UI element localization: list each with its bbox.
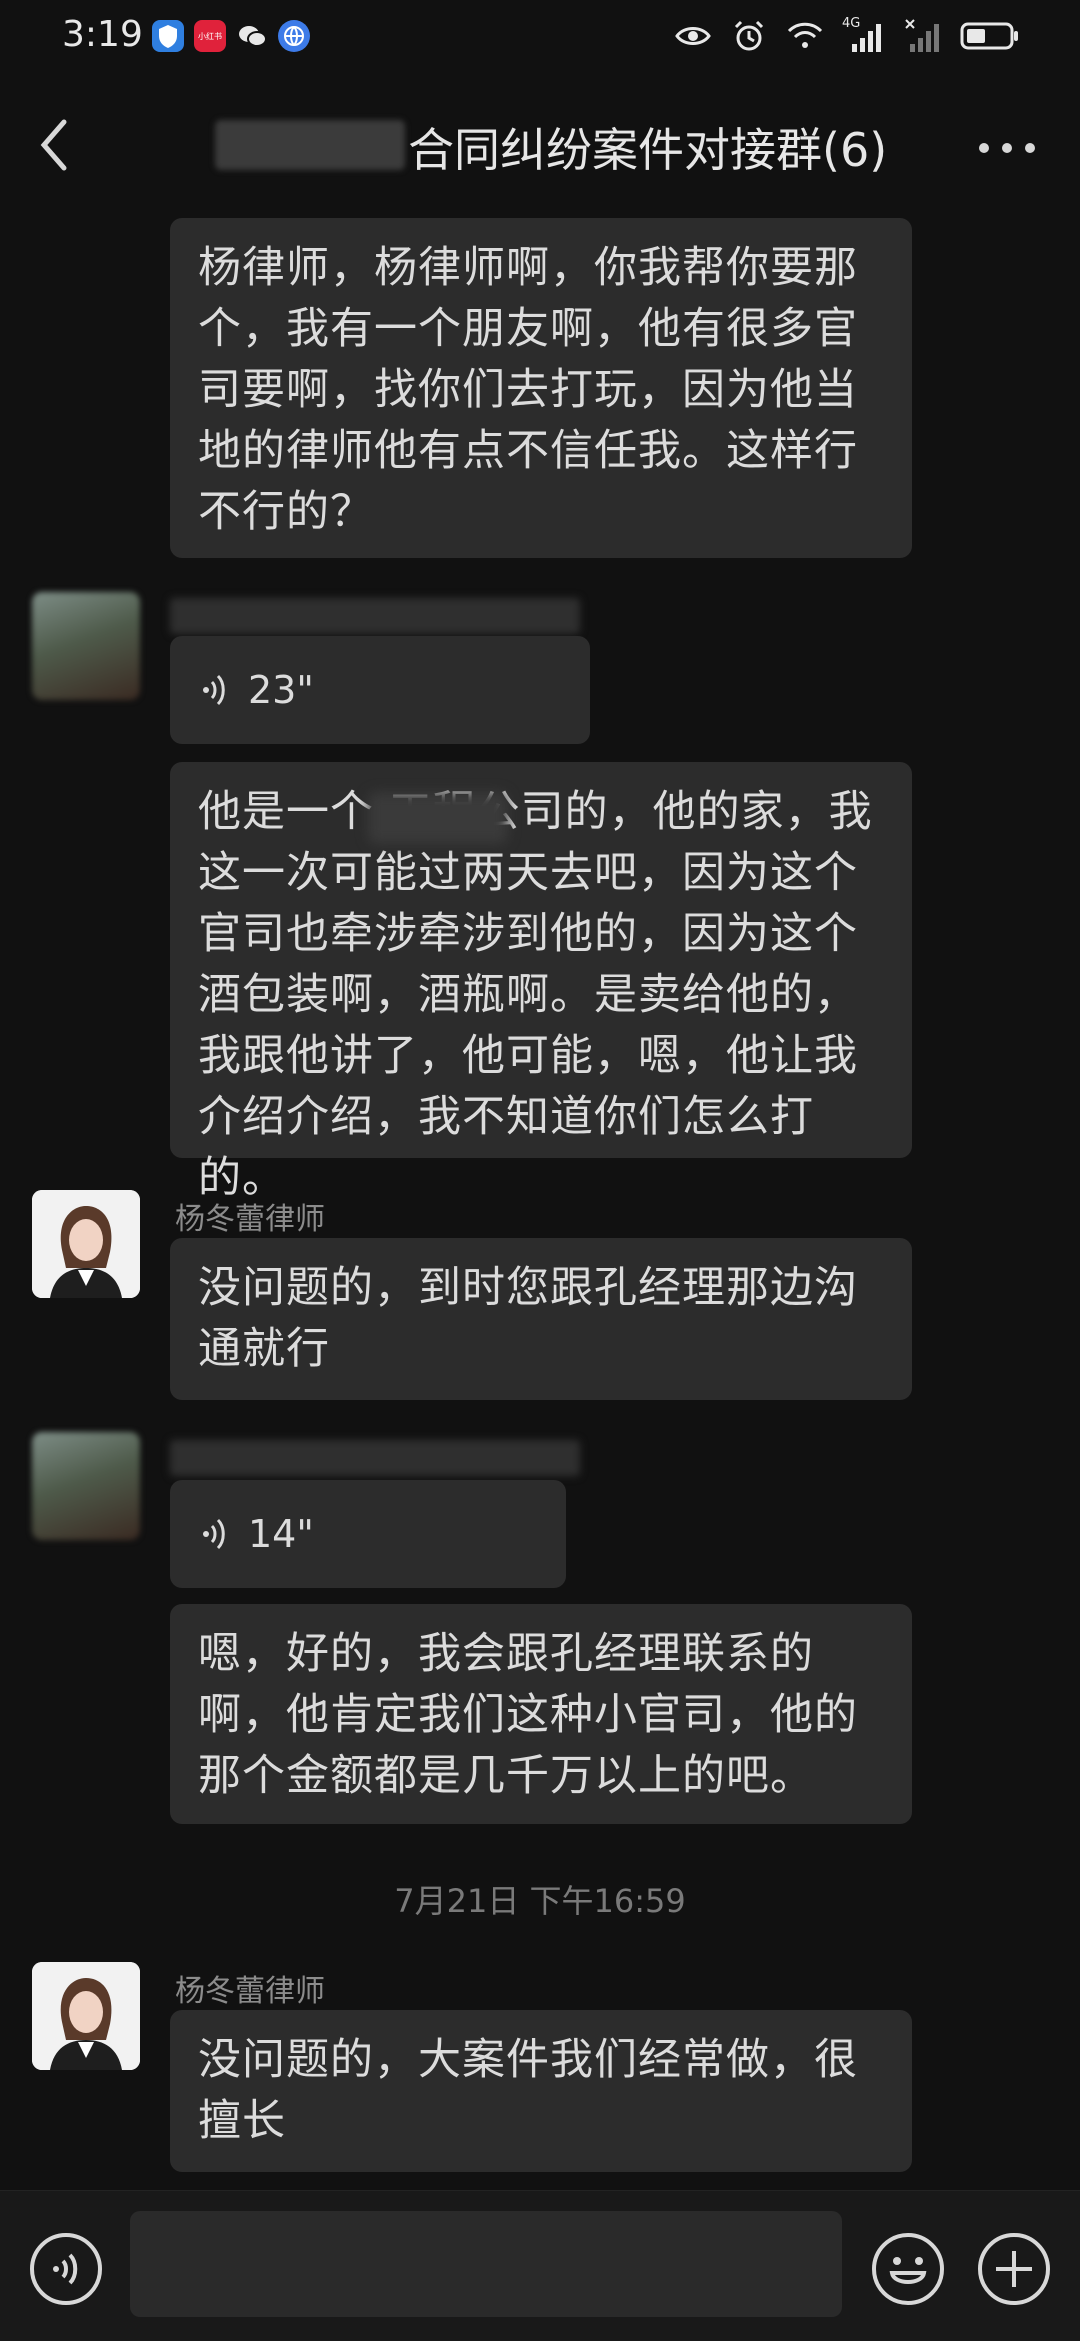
status-app-icons: 小红书 xyxy=(152,20,310,52)
message-bubble[interactable]: 没问题的，到时您跟孔经理那边沟通就行 xyxy=(170,1238,912,1400)
eye-icon xyxy=(675,27,711,45)
message-text: 没问题的，到时您跟孔经理那边沟通就行 xyxy=(198,1263,858,1374)
emoji-icon[interactable] xyxy=(870,2231,946,2307)
message-bubble[interactable]: 他是一个 工程公司的，他的家，我这一次可能过两天去吧，因为这个官司也牵涉牵涉到他… xyxy=(170,762,912,1203)
back-arrow-icon[interactable] xyxy=(30,110,90,180)
signal-4g-indicator: 4G xyxy=(842,16,886,54)
status-indicators: 4G xyxy=(674,16,1020,54)
message-text: 他是一个 工程公司的，他的家，我这一次可能过两天去吧，因为这个官司也牵涉牵涉到他… xyxy=(198,787,873,1203)
message-text: 没问题的，大案件我们经常做，很擅长 xyxy=(198,2035,858,2146)
status-bar: 3:19 小红书 4G xyxy=(0,0,1080,76)
browser-app-icon xyxy=(278,20,310,52)
network-type-label: 4G xyxy=(842,16,861,31)
message-bubble[interactable]: 嗯，好的，我会跟孔经理联系的啊，他肯定我们这种小官司，他的那个金额都是几千万以上… xyxy=(170,1604,912,1824)
voice-input-icon[interactable] xyxy=(28,2231,104,2307)
battery-icon xyxy=(960,22,1018,50)
lawyer-avatar-photo xyxy=(32,1962,140,2070)
avatar[interactable] xyxy=(32,592,140,700)
sender-name: 杨冬蕾律师 xyxy=(175,1974,325,2009)
shield-app-icon xyxy=(152,20,184,52)
voice-wave-icon xyxy=(203,1518,225,1550)
avatar[interactable] xyxy=(32,1190,140,1298)
more-options-icon[interactable] xyxy=(972,128,1042,168)
voice-duration: 23" xyxy=(248,668,314,712)
plus-icon[interactable] xyxy=(976,2231,1052,2307)
message-bubble[interactable]: 杨律师，杨律师啊，你我帮你要那个，我有一个朋友啊，他有很多官司要啊，找你们去打玩… xyxy=(170,218,912,558)
message-timestamp: 7月21日 下午16:59 xyxy=(394,1882,686,1920)
voice-message[interactable]: 23" xyxy=(170,636,590,744)
xiaohongshu-label: 小红书 xyxy=(198,31,222,41)
title-redacted-area xyxy=(215,120,405,170)
chat-header: 合同纠纷案件对接群(6) xyxy=(0,76,1080,206)
chat-title: 合同纠纷案件对接群(6) xyxy=(408,123,888,177)
sender-name-redacted xyxy=(170,598,580,634)
message-text: 杨律师，杨律师啊，你我帮你要那个，我有一个朋友啊，他有很多官司要啊，找你们去打玩… xyxy=(198,243,858,537)
voice-wave-icon xyxy=(203,674,225,706)
input-bar xyxy=(0,2190,1080,2341)
avatar[interactable] xyxy=(32,1962,140,2070)
xiaohongshu-app-icon: 小红书 xyxy=(194,20,226,52)
sender-name-redacted xyxy=(170,1440,580,1476)
voice-duration: 14" xyxy=(248,1512,314,1556)
voice-message[interactable]: 14" xyxy=(170,1480,566,1588)
signal-no-sim-icon xyxy=(905,19,939,52)
wifi-icon xyxy=(787,22,823,48)
lawyer-avatar-photo xyxy=(32,1190,140,1298)
alarm-icon xyxy=(734,20,764,51)
message-input[interactable] xyxy=(130,2211,842,2317)
message-bubble[interactable]: 没问题的，大案件我们经常做，很擅长 xyxy=(170,2010,912,2172)
redacted-text-patch xyxy=(368,792,508,844)
avatar[interactable] xyxy=(32,1432,140,1540)
message-text: 嗯，好的，我会跟孔经理联系的啊，他肯定我们这种小官司，他的那个金额都是几千万以上… xyxy=(198,1629,858,1801)
status-time: 3:19 xyxy=(62,14,143,55)
wechat-app-icon xyxy=(236,20,268,52)
sender-name: 杨冬蕾律师 xyxy=(175,1202,325,1237)
